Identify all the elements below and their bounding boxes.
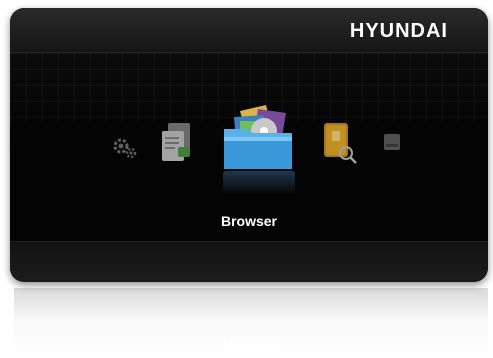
brand-logo: HYUNDAI xyxy=(349,20,448,42)
documents-menu-item[interactable] xyxy=(158,121,196,165)
storage-menu-item[interactable] xyxy=(380,131,404,153)
usb-menu-item[interactable] xyxy=(318,119,360,165)
footer-bar xyxy=(10,241,488,282)
folder-media-icon xyxy=(224,105,292,169)
selected-icon-reflection xyxy=(223,171,295,195)
gear-icon xyxy=(113,138,137,159)
screen-reflection: Browser xyxy=(14,288,488,358)
tv-screen: HYUNDAI Browser xyxy=(10,8,488,282)
storage-icon xyxy=(384,134,400,150)
header-bar: HYUNDAI xyxy=(10,8,488,53)
usb-drive-icon xyxy=(324,123,357,164)
settings-menu-item[interactable] xyxy=(110,133,140,163)
reflected-label: Browser xyxy=(222,337,280,353)
document-icon xyxy=(162,123,190,161)
selected-item-label: Browser xyxy=(220,213,278,229)
browser-menu-item[interactable] xyxy=(218,103,300,173)
